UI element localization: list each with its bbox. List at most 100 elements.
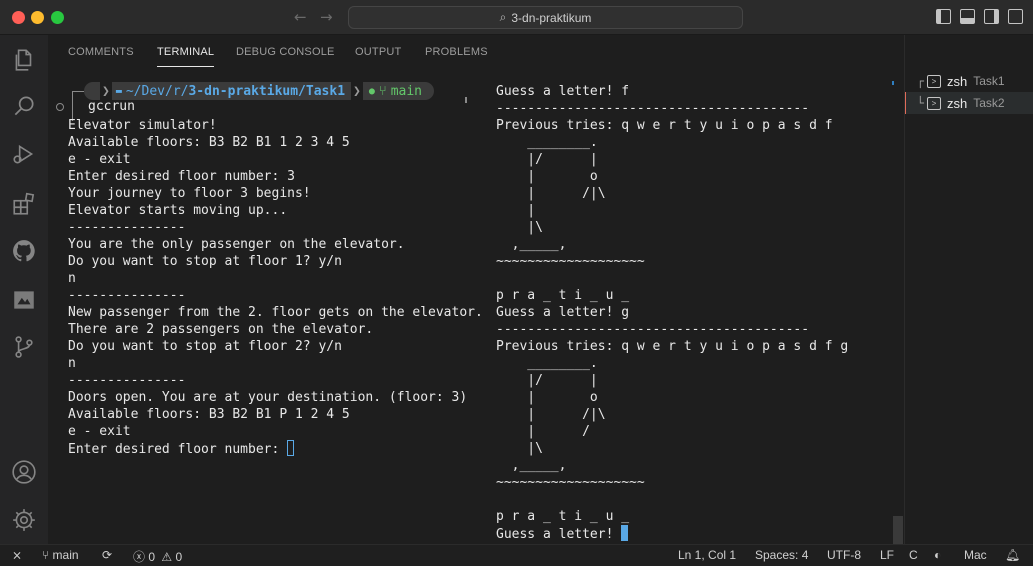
terminal-line-text: Available floors: B3 B2 B1 1 2 3 4 5 (68, 135, 350, 150)
terminal-line-text: --------------- (68, 373, 186, 388)
terminal-line-text: ,_____, (496, 237, 567, 252)
shell-prompt: ❯ ▬ ~/Dev/r/3-dn-praktikum/Task1 ❯ ● ⑂ m… (84, 82, 435, 100)
close-window-button[interactable] (12, 11, 25, 24)
terminal-line-text: Do you want to stop at floor 1? y/n (68, 254, 342, 269)
title-bar: ← → ⌕ 3-dn-praktikum (0, 0, 1033, 35)
terminal-line: p r a _ t i _ u _ (496, 287, 848, 304)
search-icon: ⌕ (499, 10, 507, 24)
terminal-line: --------------- (68, 372, 483, 389)
toggle-panel-icon[interactable] (960, 9, 975, 24)
cursor-position[interactable]: Ln 1, Col 1 (678, 548, 736, 562)
remote-indicator-icon[interactable]: ⨯ (12, 548, 22, 562)
end-of-line[interactable]: LF (880, 548, 894, 562)
encoding[interactable]: UTF-8 (827, 548, 861, 562)
activity-bar (0, 35, 48, 544)
back-arrow-icon[interactable]: ← (294, 8, 307, 26)
terminal-scrollbar[interactable] (893, 516, 903, 544)
terminal-line: Enter desired floor number: (68, 440, 483, 457)
window-title: 3-dn-praktikum (511, 10, 592, 25)
terminal-line-text: Available floors: B3 B2 B1 P 1 2 4 5 (68, 407, 350, 422)
terminal-line-text: n (68, 356, 76, 371)
terminal-task: Task2 (973, 96, 1005, 110)
color-theme-icon[interactable]: ◐ (934, 548, 941, 562)
tree-connector: ┌ (916, 74, 924, 88)
terminal-line-text: Doors open. You are at your destination.… (68, 390, 468, 405)
terminal-line-text: Do you want to stop at floor 2? y/n (68, 339, 342, 354)
git-branch-status[interactable]: ⑂ main (42, 548, 79, 562)
source-control-icon[interactable] (11, 334, 37, 360)
terminal-name: zsh (947, 73, 968, 89)
command-center-search[interactable]: ⌕ 3-dn-praktikum (348, 6, 743, 29)
terminal-line-text: | o (496, 169, 598, 184)
github-icon[interactable] (11, 238, 37, 264)
tab-problems[interactable]: PROBLEMS (425, 46, 488, 58)
terminal-line-text: Elevator simulator! (68, 118, 217, 133)
tab-debug-console[interactable]: DEBUG CONSOLE (236, 46, 335, 58)
entered-command: gccrun (88, 99, 135, 114)
account-icon[interactable] (11, 459, 37, 485)
terminal-list-item[interactable]: └ > zsh Task2 (905, 92, 1033, 114)
terminal-line: | /|\ (496, 185, 848, 202)
tab-output[interactable]: OUTPUT (355, 46, 401, 58)
terminal-line: Guess a letter! (496, 525, 848, 542)
git-branch-icon: ⑂ (42, 548, 50, 562)
problems-status[interactable]: ⓧ 0 ⚠ 0 (133, 548, 182, 565)
language-mode[interactable]: C (909, 548, 918, 562)
terminal-line-text: New passenger from the 2. floor gets on … (68, 305, 483, 320)
terminal-output-task1[interactable]: Elevator simulator! Available floors: B3 … (68, 117, 483, 457)
customize-layout-icon[interactable] (1008, 9, 1023, 24)
tab-comments[interactable]: COMMENTS (68, 46, 134, 58)
terminal-line-text: |\ (496, 220, 543, 235)
terminal-line: Previous tries: q w e r t y u i o p a s … (496, 338, 848, 355)
terminal-list-item[interactable]: ┌ > zsh Task1 (905, 70, 1033, 92)
terminal-line-text: p r a _ t i _ u _ (496, 509, 630, 524)
apple-icon (84, 82, 100, 100)
terminal-line-text: ________. (496, 356, 598, 371)
warning-icon: ⚠ (161, 550, 173, 564)
path-current: 3-dn-praktikum/Task1 (188, 83, 346, 99)
terminal-cursor (287, 440, 295, 456)
status-bar: ⨯ ⑂ main ⟳ ⓧ 0 ⚠ 0 Ln 1, Col 1 Spaces: 4… (0, 544, 1033, 566)
terminal-line: Guess a letter! f (496, 83, 848, 100)
terminal-line-text: ~~~~~~~~~~~~~~~~~~~ (496, 475, 645, 490)
terminal-line-text: | (496, 203, 536, 218)
terminal-output-task2[interactable]: Guess a letter! f -----------------------… (496, 83, 848, 542)
terminal-line: --------------- (68, 287, 483, 304)
forward-arrow-icon[interactable]: → (320, 8, 333, 26)
terminal-name: zsh (947, 95, 968, 111)
terminal-line: Do you want to stop at floor 2? y/n (68, 338, 483, 355)
settings-gear-icon[interactable] (11, 507, 37, 533)
search-icon[interactable] (11, 93, 37, 119)
sync-icon[interactable]: ⟳ (102, 548, 112, 562)
indentation[interactable]: Spaces: 4 (755, 548, 808, 562)
extensions-icon[interactable] (11, 191, 37, 217)
terminal-line: New passenger from the 2. floor gets on … (68, 304, 483, 321)
notifications-bell-icon[interactable]: 🔔︎ (1005, 548, 1020, 562)
git-branch-name: main (390, 83, 423, 99)
terminal-line-text: --------------- (68, 288, 186, 303)
terminal-line-text: ---------------------------------------- (496, 322, 810, 337)
terminal-line: | / (496, 423, 848, 440)
maximize-window-button[interactable] (51, 11, 64, 24)
error-icon: ⓧ (133, 550, 146, 564)
terminal-cursor (621, 525, 629, 541)
platform[interactable]: Mac (964, 548, 987, 562)
tree-connector: └ (916, 96, 924, 110)
terminal-line: Doors open. You are at your destination.… (68, 389, 483, 406)
remote-explorer-icon[interactable] (11, 287, 37, 313)
run-and-debug-icon[interactable] (11, 141, 37, 167)
prompt-path: ▬ ~/Dev/r/3-dn-praktikum/Task1 (111, 82, 352, 100)
minimize-window-button[interactable] (31, 11, 44, 24)
terminal-line-text: You are the only passenger on the elevat… (68, 237, 405, 252)
terminal-line: ~~~~~~~~~~~~~~~~~~~ (496, 474, 848, 491)
terminal-line-text: Previous tries: q w e r t y u i o p a s … (496, 339, 849, 354)
terminal-panel: COMMENTS TERMINAL DEBUG CONSOLE OUTPUT P… (48, 35, 1015, 544)
toggle-sidebar-icon[interactable] (936, 9, 951, 24)
terminal-line: | (496, 202, 848, 219)
toggle-secondary-sidebar-icon[interactable] (984, 9, 999, 24)
terminal-line-text: ________. (496, 135, 598, 150)
tab-terminal[interactable]: TERMINAL (157, 46, 215, 67)
terminal-line: You are the only passenger on the elevat… (68, 236, 483, 253)
terminal-line: ---------------------------------------- (496, 100, 848, 117)
explorer-icon[interactable] (11, 47, 37, 73)
